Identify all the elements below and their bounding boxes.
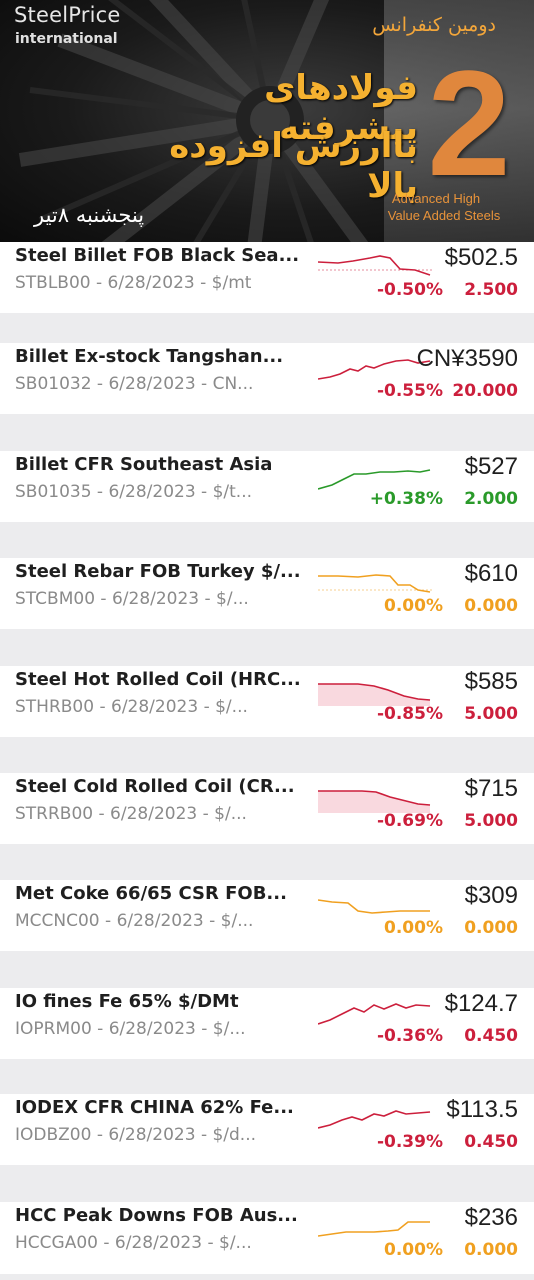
item-price: $113.5	[446, 1096, 518, 1123]
sparkline-chart	[318, 790, 431, 813]
item-percent-change: 0.00%	[384, 918, 443, 938]
list-item[interactable]: IO fines Fe 65% $/DMt IOPRM00 - 6/28/202…	[0, 988, 534, 1059]
list-item[interactable]: Steel Cold Rolled Coil (CR... STRRB00 - …	[0, 773, 534, 844]
event-date: پنجشنبه ۸تیر	[34, 203, 145, 227]
conference-banner[interactable]: SteelPrice international دومین کنفرانس ف…	[0, 0, 534, 242]
item-price: $309	[464, 882, 518, 909]
item-percent-change: -0.36%	[376, 1026, 443, 1046]
item-name: IO fines Fe 65% $/DMt	[15, 991, 239, 1012]
item-name: Steel Hot Rolled Coil (HRC...	[15, 669, 301, 690]
item-change: 20.000	[452, 381, 518, 401]
item-price: CN¥3590	[416, 345, 518, 372]
item-price: $527	[464, 453, 518, 480]
item-change: 0.000	[464, 918, 518, 938]
item-change: 2.000	[464, 489, 518, 509]
item-change: 5.000	[464, 811, 518, 831]
item-percent-change: -0.39%	[376, 1132, 443, 1152]
item-code-date-unit: STRRB00 - 6/28/2023 - $/...	[15, 804, 247, 824]
item-code-date-unit: STBLB00 - 6/28/2023 - $/mt	[15, 273, 252, 293]
sparkline-chart	[318, 1221, 430, 1237]
item-name: HCC Peak Downs FOB Aus...	[15, 1205, 298, 1226]
item-code-date-unit: MCCNC00 - 6/28/2023 - $/...	[15, 911, 254, 931]
conference-label: دومین کنفرانس	[372, 14, 496, 36]
sparkline-chart	[318, 469, 431, 490]
item-price: $124.7	[444, 990, 518, 1017]
english-title-line-1: Advanced High	[391, 191, 481, 206]
item-change: 0.000	[464, 596, 518, 616]
item-name: Steel Rebar FOB Turkey $/...	[15, 561, 301, 582]
list-item[interactable]: Billet CFR Southeast Asia SB01035 - 6/28…	[0, 451, 534, 522]
item-percent-change: 0.00%	[384, 596, 443, 616]
list-item[interactable]: Billet Ex-stock Tangshan... SB01032 - 6/…	[0, 343, 534, 414]
sparkline-chart	[318, 1003, 431, 1025]
item-percent-change: 0.00%	[384, 1240, 443, 1260]
item-code-date-unit: SB01035 - 6/28/2023 - $/t...	[15, 482, 253, 502]
item-price: $715	[464, 775, 518, 802]
item-percent-change: -0.85%	[376, 704, 443, 724]
item-change: 0.450	[464, 1026, 518, 1046]
item-change: 0.450	[464, 1132, 518, 1152]
brand-name: SteelPrice	[14, 3, 121, 27]
sparkline-chart	[318, 683, 431, 706]
sparkline-chart	[318, 574, 434, 593]
item-name: Steel Cold Rolled Coil (CR...	[15, 776, 295, 797]
item-change: 5.000	[464, 704, 518, 724]
brand-subtitle: international	[15, 31, 118, 47]
list-item[interactable]: Steel Billet FOB Black Sea... STBLB00 - …	[0, 242, 534, 313]
item-percent-change: -0.55%	[376, 381, 443, 401]
item-code-date-unit: HCCGA00 - 6/28/2023 - $/...	[15, 1233, 252, 1253]
sparkline-chart	[318, 255, 434, 276]
item-name: Met Coke 66/65 CSR FOB...	[15, 883, 287, 904]
item-code-date-unit: IODBZ00 - 6/28/2023 - $/d...	[15, 1125, 257, 1145]
conference-number: 2	[427, 39, 511, 207]
item-percent-change: -0.50%	[376, 280, 443, 300]
item-code-date-unit: STCBM00 - 6/28/2023 - $/...	[15, 589, 249, 609]
item-code-date-unit: SB01032 - 6/28/2023 - CN...	[15, 374, 254, 394]
item-code-date-unit: STHRB00 - 6/28/2023 - $/...	[15, 697, 248, 717]
item-price: $610	[464, 560, 518, 587]
list-item[interactable]: HCC Peak Downs FOB Aus... HCCGA00 - 6/28…	[0, 1202, 534, 1274]
item-price: $585	[464, 668, 518, 695]
item-percent-change: +0.38%	[369, 489, 443, 509]
list-item[interactable]: Met Coke 66/65 CSR FOB... MCCNC00 - 6/28…	[0, 880, 534, 951]
item-name: Steel Billet FOB Black Sea...	[15, 245, 300, 266]
item-change: 0.000	[464, 1240, 518, 1260]
item-name: Billet CFR Southeast Asia	[15, 454, 273, 475]
english-title-line-2: Value Added Steels	[387, 208, 501, 223]
item-name: Billet Ex-stock Tangshan...	[15, 346, 284, 367]
item-code-date-unit: IOPRM00 - 6/28/2023 - $/...	[15, 1019, 246, 1039]
list-item[interactable]: Steel Rebar FOB Turkey $/... STCBM00 - 6…	[0, 558, 534, 629]
item-change: 2.500	[464, 280, 518, 300]
list-item[interactable]: IODEX CFR CHINA 62% Fe... IODBZ00 - 6/28…	[0, 1094, 534, 1165]
sparkline-chart	[318, 899, 430, 914]
item-name: IODEX CFR CHINA 62% Fe...	[15, 1097, 294, 1118]
item-price: $502.5	[444, 244, 518, 271]
item-percent-change: -0.69%	[376, 811, 443, 831]
list-item[interactable]: Steel Hot Rolled Coil (HRC... STHRB00 - …	[0, 666, 534, 737]
sparkline-chart	[318, 1110, 431, 1129]
item-price: $236	[464, 1204, 518, 1231]
